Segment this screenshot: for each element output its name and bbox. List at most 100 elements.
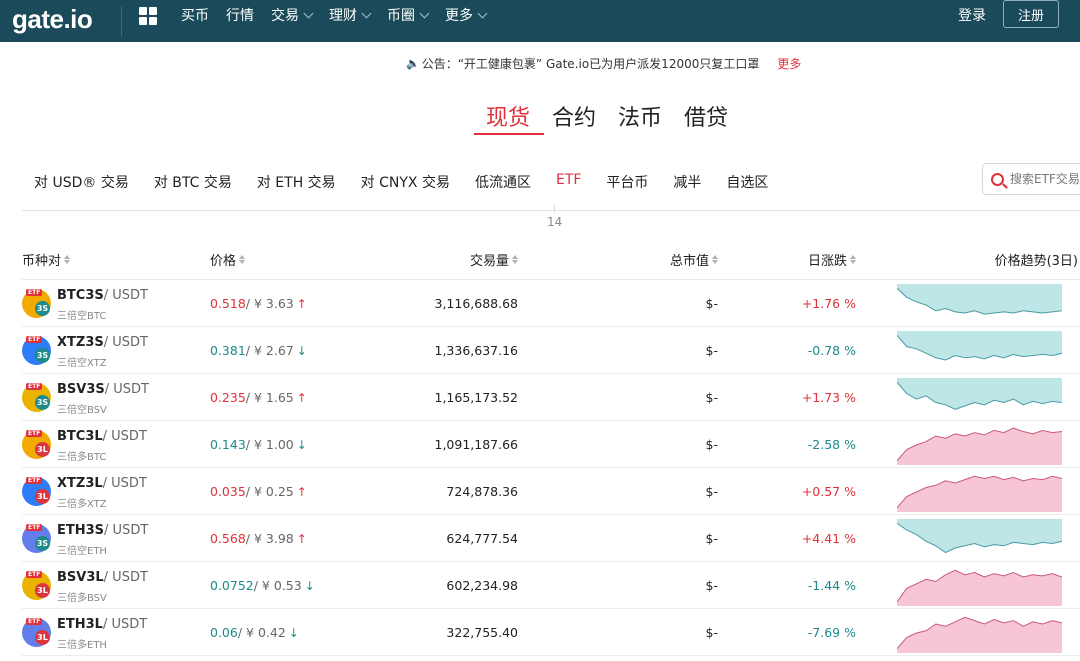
volume-cell: 724,878.36 [446, 484, 518, 499]
nav-item-label: 币圈 [387, 8, 415, 24]
table-row[interactable]: ETF 3L BTC3L/ USDT 三倍多BTC 0.143/ ¥ 1.00 ↓ 1,09… [0, 421, 1080, 468]
market-cap-cell: $- [705, 390, 718, 405]
table-row[interactable]: ETF 3S BSV3S/ USDT 三倍空BSV 0.235/ ¥ 1.65 ↑ 1,16… [0, 374, 1080, 421]
pair-name[interactable]: ETH3S/ USDT [57, 523, 148, 538]
apps-grid-icon[interactable] [139, 7, 157, 25]
bsv-3s-icon: ETF 3S [22, 383, 51, 412]
main-tab[interactable]: 法币 [618, 100, 662, 132]
col-header-price[interactable]: 价格 [210, 250, 246, 269]
volume-cell: 1,336,637.16 [434, 343, 519, 358]
eth-3l-icon: ETF 3L [22, 618, 51, 647]
pair-name[interactable]: ETH3L/ USDT [57, 617, 147, 632]
col-header-change[interactable]: 日涨跌 [808, 250, 856, 269]
nav-item[interactable]: 行情 [226, 5, 254, 25]
table-row[interactable]: ETF 3L XTZ3L/ USDT 三倍多XTZ 0.035/ ¥ 0.25 ↑ 724,… [0, 468, 1080, 515]
table-row[interactable]: ETF 3L ETH3L/ USDT 三倍多ETH 0.06/ ¥ 0.42 ↓ 322,7… [0, 609, 1080, 656]
market-type-tabs: 现货 合约 法币 借贷 [486, 100, 750, 132]
arrow-down-icon: ↓ [288, 626, 299, 640]
market-cap-cell: $- [705, 437, 718, 452]
sub-tab[interactable]: 对 BTC 交易 [154, 172, 232, 192]
volume-cell: 624,777.54 [446, 531, 518, 546]
volume-cell: 1,091,187.66 [434, 437, 519, 452]
change-cell: +1.73 % [801, 390, 856, 405]
search-box[interactable] [982, 163, 1080, 195]
market-category-tabs: 对 USD® 交易 对 BTC 交易 对 ETH 交易 对 CNYX 交易 低流通区 ET… [34, 172, 793, 192]
market-cap-cell: $- [705, 296, 718, 311]
pair-subtitle: 三倍空XTZ [57, 358, 107, 369]
nav-item[interactable]: 理财 [329, 5, 372, 25]
chevron-down-icon [303, 8, 314, 18]
sub-tab[interactable]: 对 CNYX 交易 [361, 172, 450, 192]
table-row[interactable]: ETF 3S BTC3S/ USDT 三倍空BTC 0.518/ ¥ 3.63 ↑ 3,11… [0, 280, 1080, 327]
pair-name[interactable]: XTZ3S/ USDT [57, 335, 148, 350]
sub-tab[interactable]: 低流通区 [475, 172, 531, 192]
col-header-volume[interactable]: 交易量 [470, 250, 518, 269]
chevron-down-icon [477, 8, 488, 18]
etf-tick-mark [554, 205, 555, 213]
col-header-pair[interactable]: 币种对 [22, 250, 71, 269]
sparkline-area [897, 476, 1062, 512]
price-trend-sparkline [897, 378, 1062, 410]
price-trend-sparkline [897, 331, 1062, 361]
gate-logo[interactable]: gate.io [12, 4, 93, 35]
sub-tab[interactable]: 对 ETH 交易 [257, 172, 336, 192]
login-link[interactable]: 登录 [958, 5, 986, 25]
volume-cell: 322,755.40 [446, 625, 518, 640]
pair-name[interactable]: XTZ3L/ USDT [57, 476, 147, 491]
price-cell: 0.035/ ¥ 0.25 ↑ [210, 484, 307, 499]
sub-tab[interactable]: 对 USD® 交易 [34, 172, 129, 192]
main-tab[interactable]: 现货 [486, 100, 530, 132]
pair-subtitle: 三倍多BSV [57, 593, 107, 604]
nav-item[interactable]: 交易 [271, 5, 314, 25]
pair-subtitle: 三倍多XTZ [57, 499, 107, 510]
table-row[interactable]: ETF 3S XTZ3S/ USDT 三倍空XTZ 0.381/ ¥ 2.67 ↓ 1,33… [0, 327, 1080, 374]
signup-button[interactable]: 注册 [1003, 0, 1059, 28]
arrow-down-icon: ↓ [296, 438, 307, 452]
main-tab[interactable]: 借贷 [684, 100, 728, 132]
search-input[interactable] [1010, 172, 1080, 186]
announcement-text[interactable]: 公告：“开工健康包裹” Gate.io已为用户派发12000只复工口罩 [422, 55, 760, 72]
sub-tab[interactable]: 减半 [673, 172, 701, 192]
price-cell: 0.06/ ¥ 0.42 ↓ [210, 625, 299, 640]
header-divider [121, 6, 122, 36]
nav-item-label: 理财 [329, 8, 357, 24]
sort-icon [64, 255, 71, 264]
sparkline-area [897, 284, 1062, 315]
xtz-3s-icon: ETF 3S [22, 336, 51, 365]
etf-count: 14 [547, 215, 563, 229]
btc-3l-icon: ETF 3L [22, 430, 51, 459]
table-row[interactable]: ETF 3L BSV3L/ USDT 三倍多BSV 0.0752/ ¥ 0.53 ↓ 602… [0, 562, 1080, 609]
col-header-market-cap[interactable]: 总市值 [670, 250, 718, 269]
table-header: 币种对 价格 交易量 总市值 日涨跌 价格趋势(3日) [0, 250, 1080, 270]
pair-name[interactable]: BSV3L/ USDT [57, 570, 148, 585]
price-cell: 0.518/ ¥ 3.63 ↑ [210, 296, 307, 311]
btc-3s-icon: ETF 3S [22, 289, 51, 318]
pair-name[interactable]: BTC3S/ USDT [57, 288, 148, 303]
sub-tab[interactable]: ETF [556, 172, 581, 192]
pair-name[interactable]: BTC3L/ USDT [57, 429, 147, 444]
sub-tab[interactable]: 平台币 [606, 172, 648, 192]
market-cap-cell: $- [705, 531, 718, 546]
pair-name[interactable]: BSV3S/ USDT [57, 382, 149, 397]
speaker-icon: 🔈 [406, 57, 420, 70]
arrow-up-icon: ↑ [296, 297, 307, 311]
announcement-more-link[interactable]: 更多 [777, 55, 801, 72]
nav-item[interactable]: 买币 [181, 5, 209, 25]
nav-item-label: 更多 [445, 8, 473, 24]
arrow-down-icon: ↓ [296, 344, 307, 358]
nav-item[interactable]: 更多 [445, 5, 488, 25]
price-trend-sparkline [897, 616, 1062, 653]
main-tab[interactable]: 合约 [552, 100, 596, 132]
table-row[interactable]: ETF 3S ETH3S/ USDT 三倍空ETH 0.568/ ¥ 3.98 ↑ 624,… [0, 515, 1080, 562]
nav-item[interactable]: 币圈 [387, 5, 430, 25]
price-trend-sparkline [897, 475, 1062, 512]
tabs-divider [22, 210, 1080, 211]
bsv-3l-icon: ETF 3L [22, 571, 51, 600]
price-trend-sparkline [897, 569, 1062, 606]
price-cell: 0.568/ ¥ 3.98 ↑ [210, 531, 307, 546]
sort-icon [239, 255, 246, 264]
volume-cell: 602,234.98 [446, 578, 518, 593]
active-tab-underline [474, 133, 544, 135]
sub-tab[interactable]: 自选区 [726, 172, 768, 192]
eth-3s-icon: ETF 3S [22, 524, 51, 553]
